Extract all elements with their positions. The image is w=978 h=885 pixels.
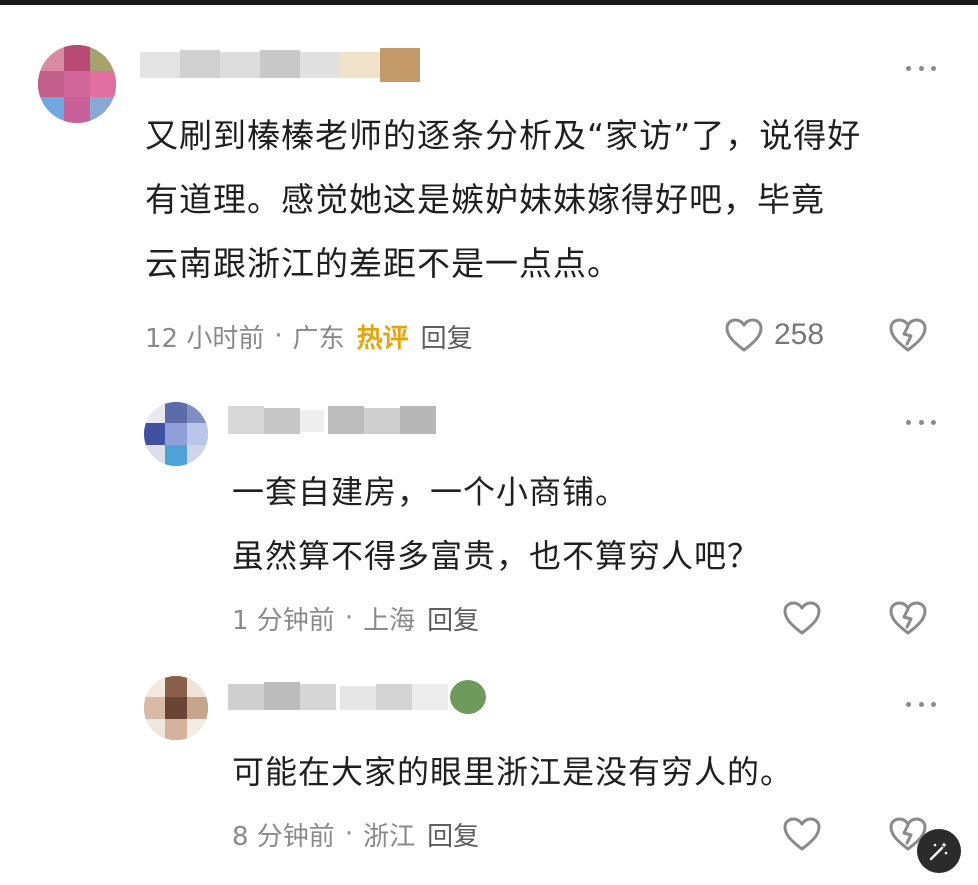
heart-icon: [783, 601, 821, 635]
dislike-button[interactable]: [888, 600, 928, 640]
comment-text: 一套自建房，一个小商铺。 虽然算不得多富贵，也不算穷人吧？: [232, 460, 932, 588]
comment-line: 可能在大家的眼里浙江是没有穷人的。: [232, 753, 794, 791]
dislike-broken-heart-icon: [889, 601, 927, 635]
like-button[interactable]: 258: [724, 317, 824, 353]
hot-comment-badge: 热评: [356, 323, 409, 354]
comment-location: 上海: [363, 605, 416, 636]
avatar[interactable]: [144, 676, 208, 740]
meta-separator: ·: [274, 321, 283, 351]
comment-line: 一套自建房，一个小商铺。: [232, 473, 629, 511]
username-blurred[interactable]: [228, 676, 490, 716]
avatar[interactable]: [144, 402, 208, 466]
comment-location: 广东: [292, 323, 345, 354]
like-button[interactable]: [782, 816, 822, 852]
comment-line: 虽然算不得多富贵，也不算穷人吧？: [232, 537, 761, 575]
comment-meta: 8 分钟前 · 浙江 回复: [232, 816, 479, 852]
comment-meta: 1 分钟前 · 上海 回复: [232, 600, 479, 636]
more-options-icon[interactable]: [906, 698, 936, 710]
magic-wand-icon[interactable]: [917, 829, 961, 873]
username-blurred[interactable]: [140, 44, 425, 84]
heart-icon: [783, 817, 821, 851]
username-blurred[interactable]: [228, 400, 440, 440]
dislike-broken-heart-icon: [889, 318, 927, 352]
comment-line: 有道理。感觉她这是嫉妒妹妹嫁得好吧，毕竟: [145, 180, 825, 219]
reply-button[interactable]: 回复: [421, 318, 473, 355]
comment-text: 又刷到榛榛老师的逐条分析及“家访”了，说得好 有道理。感觉她这是嫉妒妹妹嫁得好吧…: [145, 104, 945, 296]
reply-button[interactable]: 回复: [427, 600, 479, 637]
comment-time: 8 分钟前: [232, 821, 335, 852]
comment-line: 又刷到榛榛老师的逐条分析及“家访”了，说得好: [145, 116, 862, 155]
avatar[interactable]: [38, 45, 116, 123]
magic-wand-glyph: [929, 842, 948, 861]
more-options-icon[interactable]: [906, 62, 936, 74]
top-edge-bar: [0, 0, 978, 5]
comment-line: 云南跟浙江的差距不是一点点。: [145, 244, 621, 283]
comment-time: 1 分钟前: [232, 605, 335, 636]
dislike-button[interactable]: [888, 317, 928, 357]
comment-text: 可能在大家的眼里浙江是没有穷人的。: [232, 740, 932, 804]
like-count: 258: [774, 318, 825, 351]
comment-meta: 12 小时前 · 广东 热评 回复: [145, 318, 473, 354]
comment-location: 浙江: [363, 821, 416, 852]
heart-icon: [725, 318, 763, 352]
meta-separator: ·: [344, 603, 354, 633]
comment-time: 12 小时前: [145, 323, 265, 354]
reply-button[interactable]: 回复: [427, 816, 479, 853]
meta-separator: ·: [344, 819, 354, 849]
like-button[interactable]: [782, 600, 822, 636]
more-options-icon[interactable]: [906, 416, 936, 428]
